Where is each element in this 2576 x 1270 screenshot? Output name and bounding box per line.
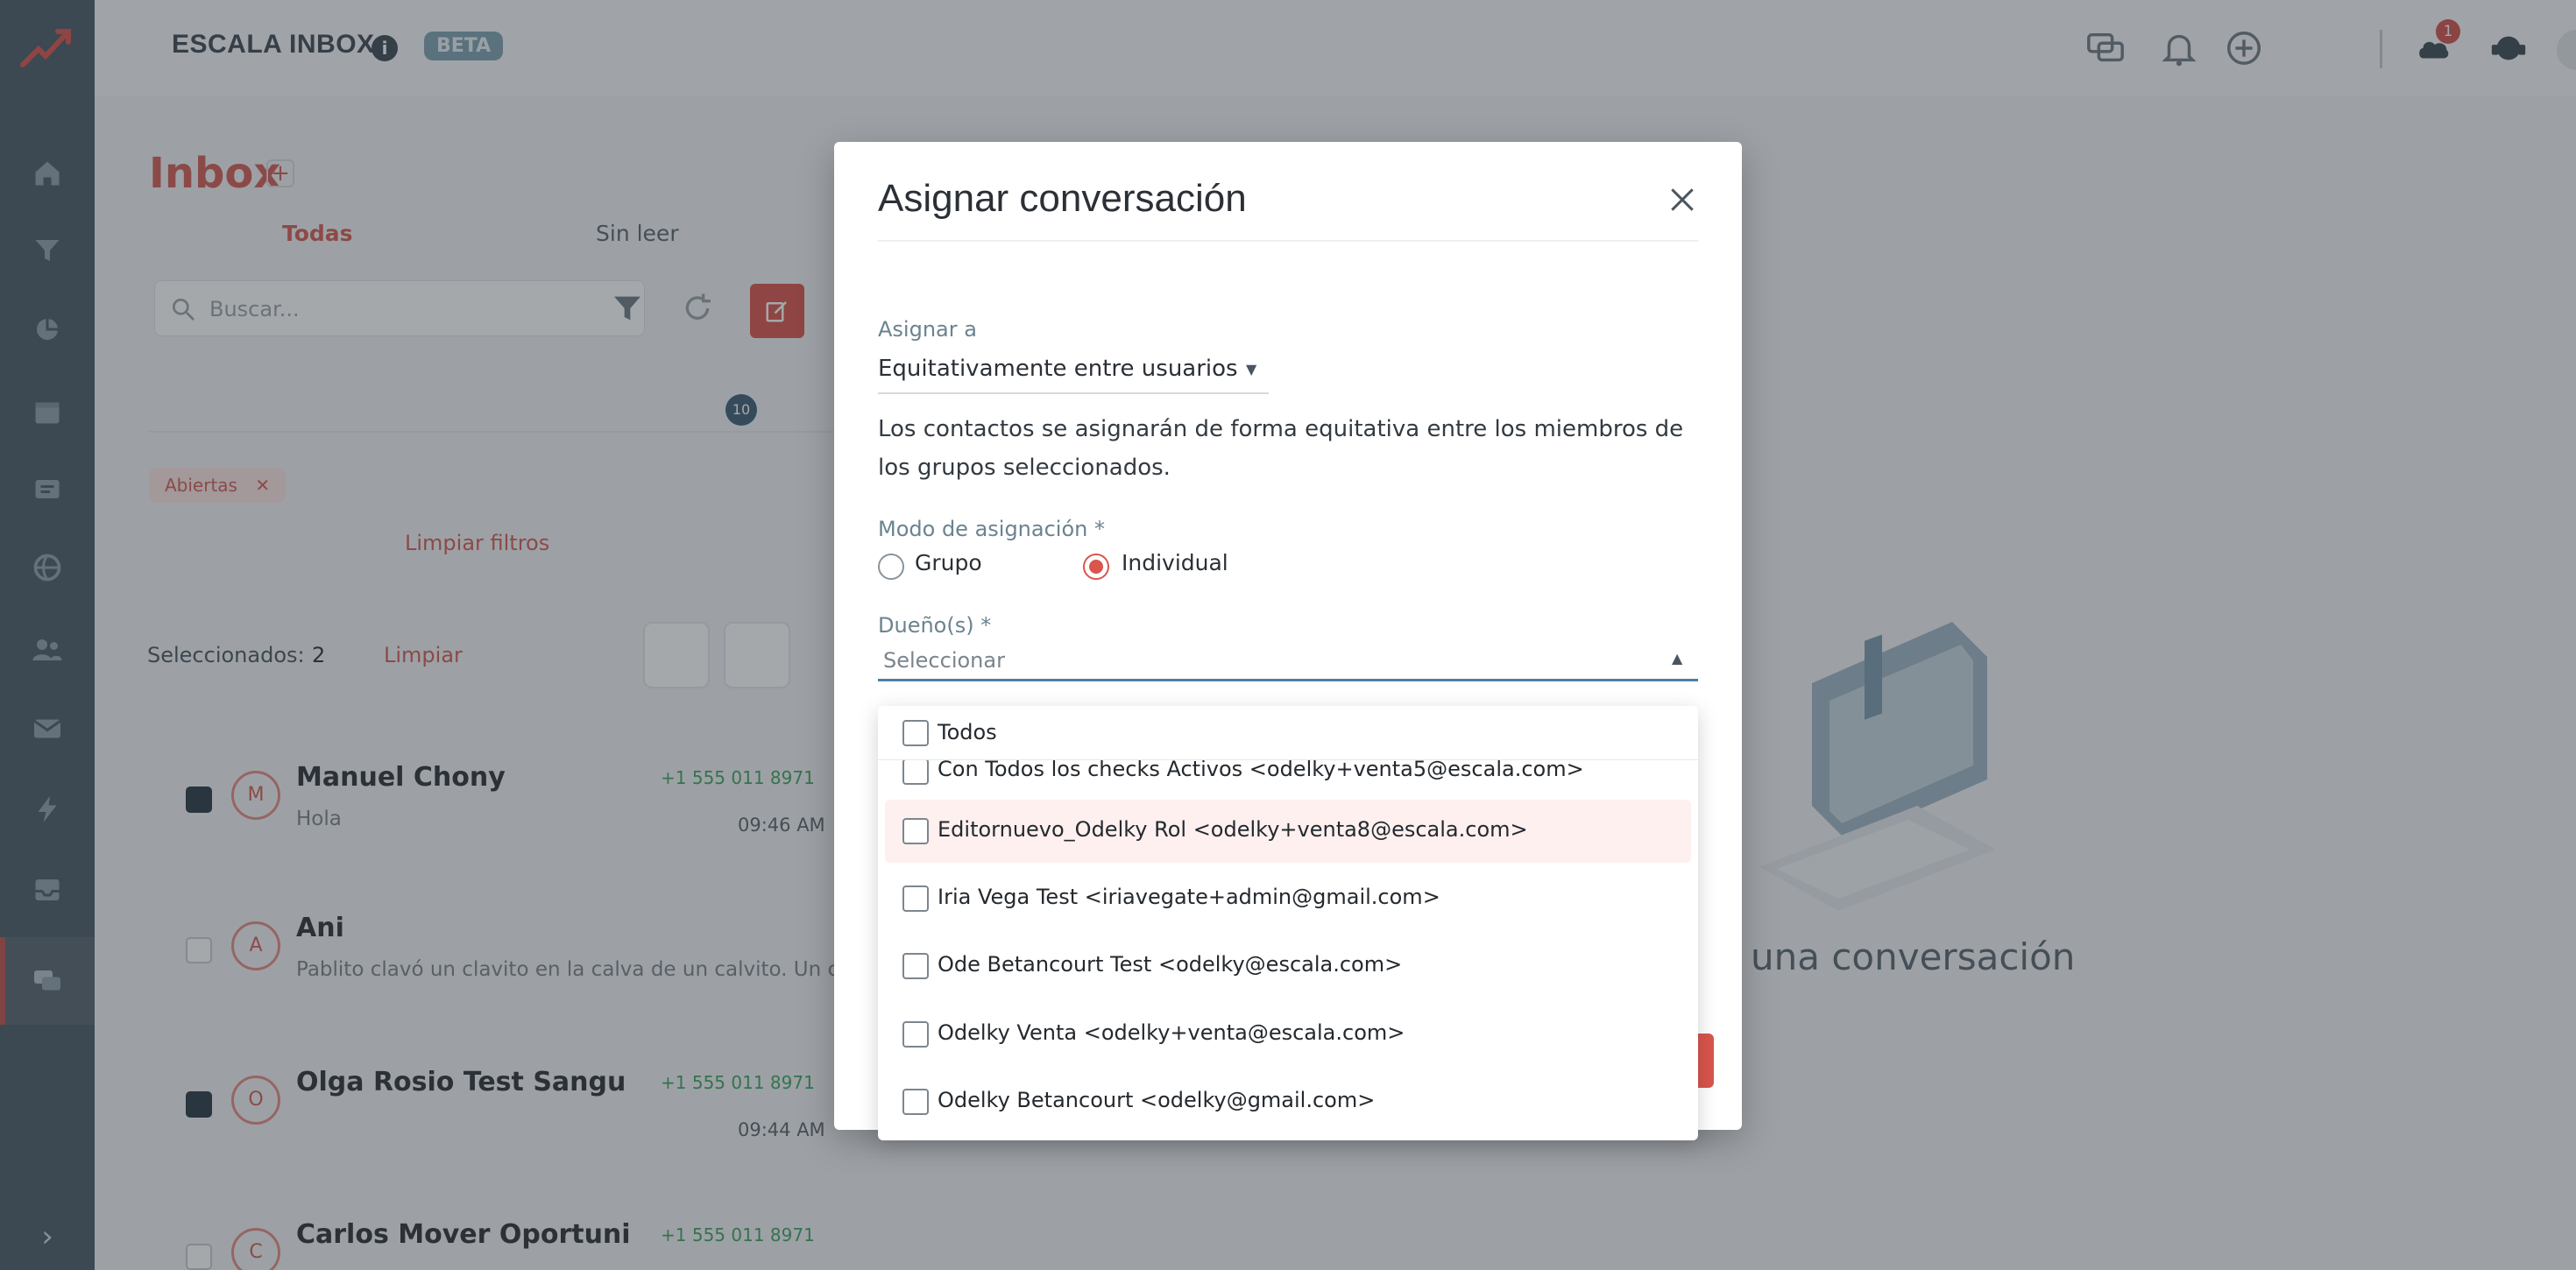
owner-checkbox[interactable] — [902, 1089, 929, 1115]
caret-down-icon[interactable]: ▼ — [1246, 361, 1256, 377]
owner-option-label: Con Todos los checks Activos <odelky+ven… — [938, 757, 1584, 781]
owners-label: Dueño(s) * — [878, 613, 992, 638]
select-all-label[interactable]: Todos — [938, 720, 997, 744]
assignment-description: Los contactos se asignarán de forma equi… — [878, 416, 1684, 481]
owner-option-label: Odelky Venta <odelky+venta@escala.com> — [938, 1020, 1405, 1045]
owner-option-label: Ode Betancourt Test <odelky@escala.com> — [938, 952, 1403, 977]
owner-checkbox[interactable] — [902, 953, 929, 979]
owners-placeholder: Seleccionar — [883, 648, 1005, 673]
modal-divider — [878, 240, 1698, 242]
modal-title: Asignar conversación — [878, 177, 1247, 220]
owner-checkbox[interactable] — [902, 758, 929, 785]
owners-dropdown: Todos Con Todos los checks Activos <odel… — [878, 706, 1698, 1140]
owner-option-label: Editornuevo_Odelky Rol <odelky+venta8@es… — [938, 817, 1528, 842]
assign-to-select[interactable]: Equitativamente entre usuarios — [878, 356, 1269, 394]
owner-option-label: Odelky Betancourt <odelky@gmail.com> — [938, 1088, 1376, 1112]
radio-individual-label[interactable]: Individual — [1122, 550, 1228, 575]
owner-option[interactable]: Iria Vega Test <iriavegate+admin@gmail.c… — [885, 867, 1691, 930]
caret-up-icon[interactable]: ▲ — [1672, 650, 1682, 667]
owner-checkbox[interactable] — [902, 1021, 929, 1048]
owner-option-label: Iria Vega Test <iriavegate+admin@gmail.c… — [938, 885, 1440, 909]
radio-individual[interactable] — [1083, 554, 1109, 580]
owner-checkbox[interactable] — [902, 818, 929, 844]
owners-select[interactable]: Seleccionar ▲ — [878, 638, 1698, 681]
owner-option[interactable]: Odelky Betancourt <odelky@gmail.com> — [885, 1070, 1691, 1133]
select-all-checkbox[interactable] — [902, 720, 929, 746]
owner-option[interactable]: Editornuevo_Odelky Rol <odelky+venta8@es… — [885, 800, 1691, 863]
owner-option[interactable]: Odelky Venta <odelky+venta@escala.com> — [885, 1003, 1691, 1066]
close-icon[interactable] — [1665, 182, 1700, 217]
assign-to-label: Asignar a — [878, 317, 977, 342]
select-all-row[interactable]: Todos — [878, 706, 1698, 760]
owner-option[interactable]: Ode Betancourt Test <odelky@escala.com> — [885, 935, 1691, 998]
owner-checkbox[interactable] — [902, 885, 929, 912]
radio-grupo[interactable] — [878, 554, 904, 580]
radio-grupo-label[interactable]: Grupo — [915, 550, 982, 575]
assignment-mode-label: Modo de asignación * — [878, 517, 1105, 541]
